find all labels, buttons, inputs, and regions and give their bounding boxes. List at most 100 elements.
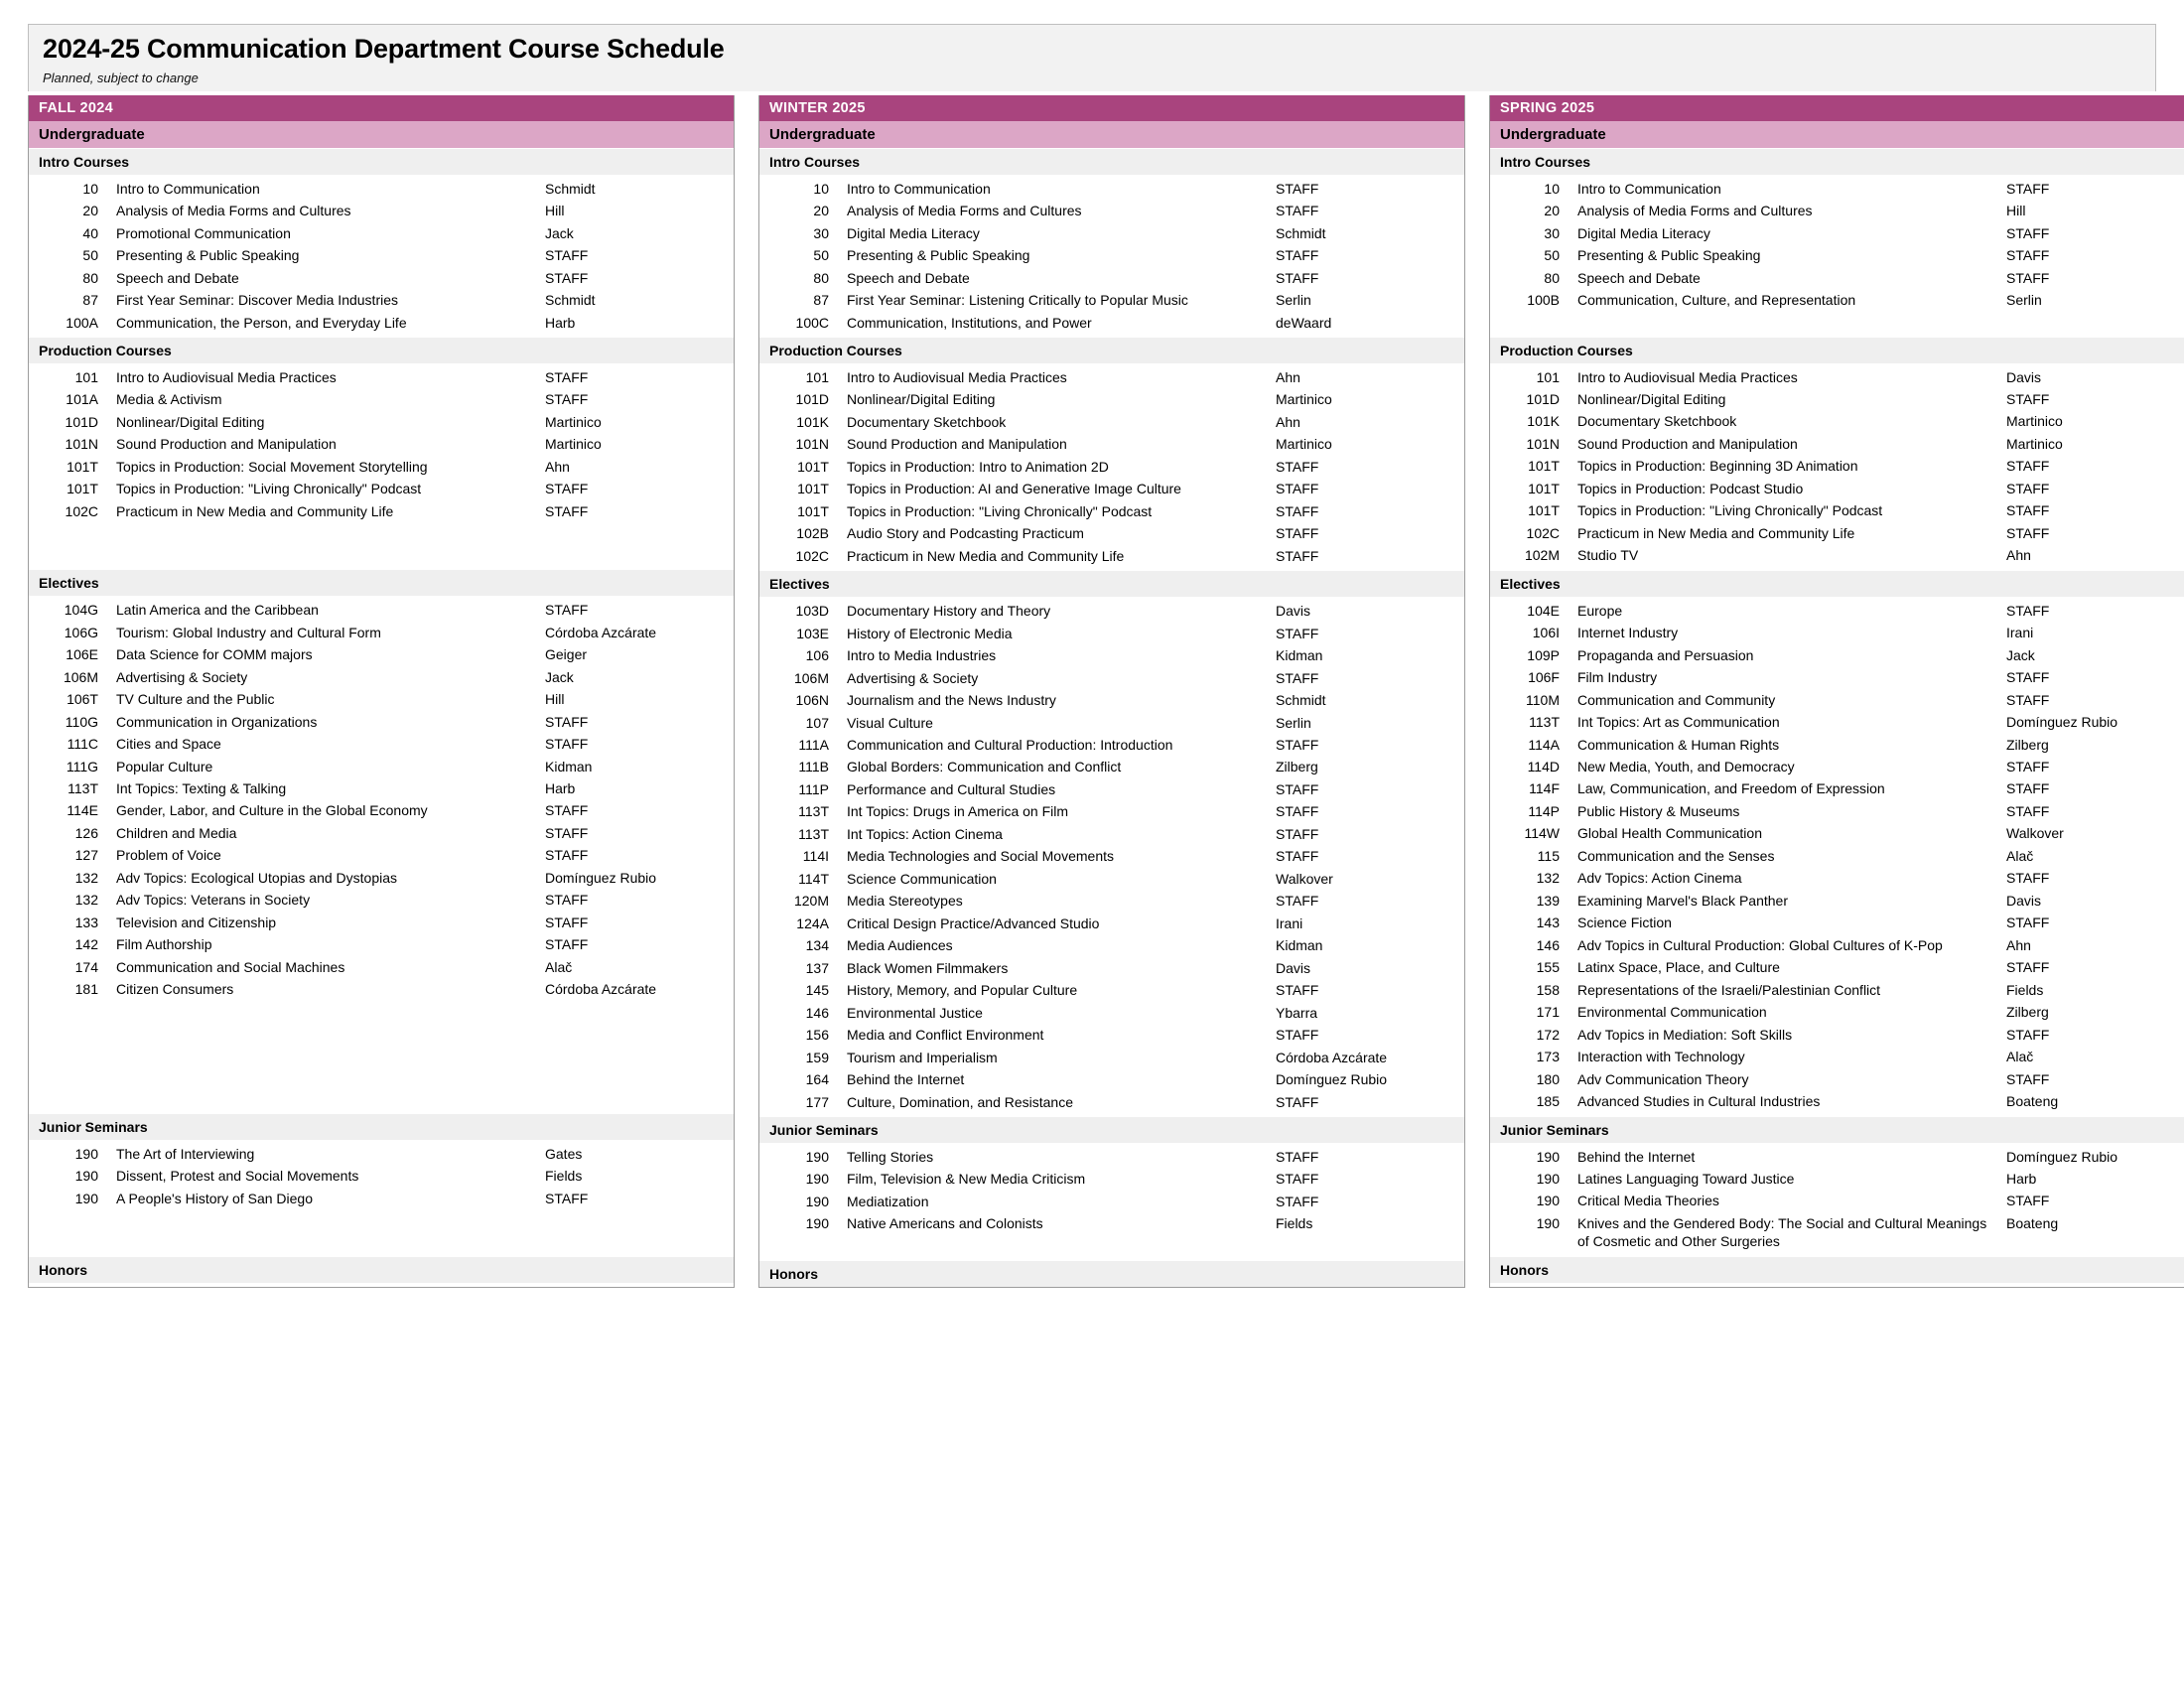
course-list: 101 Intro to Audiovisual Media Practices S… [29,363,734,569]
course-instructor: Irani [2006,625,2034,641]
course-number: 10 [82,180,98,197]
course-row: 101T Topics in Production: "Living Chroni… [29,478,734,499]
course-row: 114W Global Health Communication Walkover [1490,822,2184,844]
course-number: 146 [805,1004,829,1021]
section-header: Production Courses [759,336,1464,363]
course-row: 132 Adv Topics: Veterans in Society STAFF [29,889,734,911]
course-title: Speech and Debate [847,269,970,286]
course-instructor: STAFF [545,713,589,730]
course-instructor: STAFF [545,602,589,619]
course-list: 101 Intro to Audiovisual Media Practices D… [1490,363,2184,570]
course-row: 185 Advanced Studies in Cultural Industri… [1490,1090,2184,1112]
course-instructor: STAFF [2006,691,2050,708]
course-row: 106M Advertising & Society Jack [29,666,734,688]
course-number: 20 [1544,203,1560,219]
course-number: 133 [74,914,98,930]
course-title: Dissent, Protest and Social Movements [116,1168,359,1185]
course-title: Intro to Audiovisual Media Practices [116,368,337,385]
course-number: 190 [1536,1170,1560,1187]
course-instructor: Zilberg [2006,736,2049,753]
course-instructor: STAFF [1276,1193,1319,1209]
course-list: 190 The Art of Interviewing Gates 190 Dissen… [29,1140,734,1256]
course-number: 101T [1528,458,1560,475]
course-title: Int Topics: Texting & Talking [116,780,287,796]
section-header: Intro Courses [759,147,1464,175]
course-number: 103D [795,603,829,620]
course-row: 20 Analysis of Media Forms and Cultures Hi… [29,200,734,221]
course-instructor: Kidman [1276,647,1323,664]
course-row: 146 Adv Topics in Cultural Production: Gl… [1490,934,2184,956]
course-number: 164 [805,1071,829,1088]
course-number: 101T [797,502,829,519]
course-instructor: Serlin [1276,714,1311,731]
course-number: 114D [1527,759,1560,774]
course-instructor: STAFF [1276,1171,1319,1188]
course-instructor: Ahn [2006,936,2031,953]
course-number: 102B [796,525,829,542]
course-number: 185 [1536,1093,1560,1110]
course-instructor: Harb [2006,1170,2037,1187]
course-number: 100C [795,314,829,331]
course-title: Advertising & Society [116,668,248,685]
course-row: 101K Documentary Sketchbook Ahn [759,411,1464,433]
course-row: 106M Advertising & Society STAFF [759,667,1464,689]
course-row: 172 Adv Topics in Mediation: Soft Skills S… [1490,1024,2184,1046]
course-instructor: Martinico [2006,435,2063,452]
course-title: Gender, Labor, and Culture in the Global… [116,802,428,819]
row-spacer [1490,312,2184,334]
course-instructor: Alač [2006,847,2034,864]
course-number: 127 [74,847,98,864]
course-number: 111P [798,780,829,797]
course-number: 30 [813,224,829,241]
course-instructor: Ahn [2006,547,2031,564]
course-number: 142 [74,936,98,953]
course-instructor: Schmidt [545,180,596,197]
course-title: Citizen Consumers [116,981,234,998]
course-number: 111C [67,736,98,753]
course-row: 156 Media and Conflict Environment STAFF [759,1024,1464,1046]
course-number: 134 [805,937,829,954]
course-title: Int Topics: Action Cinema [847,825,1003,842]
course-number: 10 [813,180,829,197]
course-instructor: Fields [1276,1215,1313,1232]
course-number: 101A [66,391,98,408]
course-instructor: Martinico [545,436,602,453]
course-number: 101N [795,436,829,453]
course-title: Adv Topics: Veterans in Society [116,892,311,909]
course-title: Latin America and the Caribbean [116,602,319,619]
course-list: 103D Documentary History and Theory Davis 1… [759,597,1464,1116]
course-number: 20 [82,203,98,219]
course-title: Europe [1577,602,1623,619]
course-row: 102C Practicum in New Media and Community… [1490,522,2184,544]
course-title: Film Industry [1577,669,1658,686]
course-number: 111G [66,758,98,774]
course-number: 173 [1536,1049,1560,1065]
course-row: 100C Communication, Institutions, and Pow… [759,312,1464,334]
course-number: 126 [74,824,98,841]
course-row: 102C Practicum in New Media and Community… [759,545,1464,567]
course-number: 113T [798,803,829,820]
course-row: 114P Public History & Museums STAFF [1490,800,2184,822]
course-row: 101T Topics in Production: AI and Generat… [759,478,1464,499]
course-instructor: STAFF [545,481,589,497]
course-number: 106G [64,624,98,640]
course-row: 190 Native Americans and Colonists Fields [759,1212,1464,1234]
section-header: Honors [759,1259,1464,1287]
course-row: 127 Problem of Voice STAFF [29,844,734,866]
course-instructor: Córdoba Azcárate [545,981,657,998]
course-row: 101 Intro to Audiovisual Media Practices A… [759,366,1464,388]
course-number: 124A [796,914,829,931]
level-header-undergraduate: Undergraduate [759,120,1464,148]
course-row: 124A Critical Design Practice/Advanced St… [759,913,1464,934]
course-title: Documentary Sketchbook [1577,413,1737,430]
course-title: Presenting & Public Speaking [847,247,1030,264]
course-number: 181 [74,981,98,998]
course-title: Media & Activism [116,391,222,408]
course-number: 106N [795,692,829,709]
course-number: 80 [1544,269,1560,286]
course-row: 159 Tourism and Imperialism Córdoba Azcára… [759,1047,1464,1068]
course-row: 87 First Year Seminar: Discover Media Ind… [29,289,734,311]
course-title: Promotional Communication [116,224,291,241]
section-header: Junior Seminars [29,1112,734,1140]
course-number: 114T [798,870,829,887]
